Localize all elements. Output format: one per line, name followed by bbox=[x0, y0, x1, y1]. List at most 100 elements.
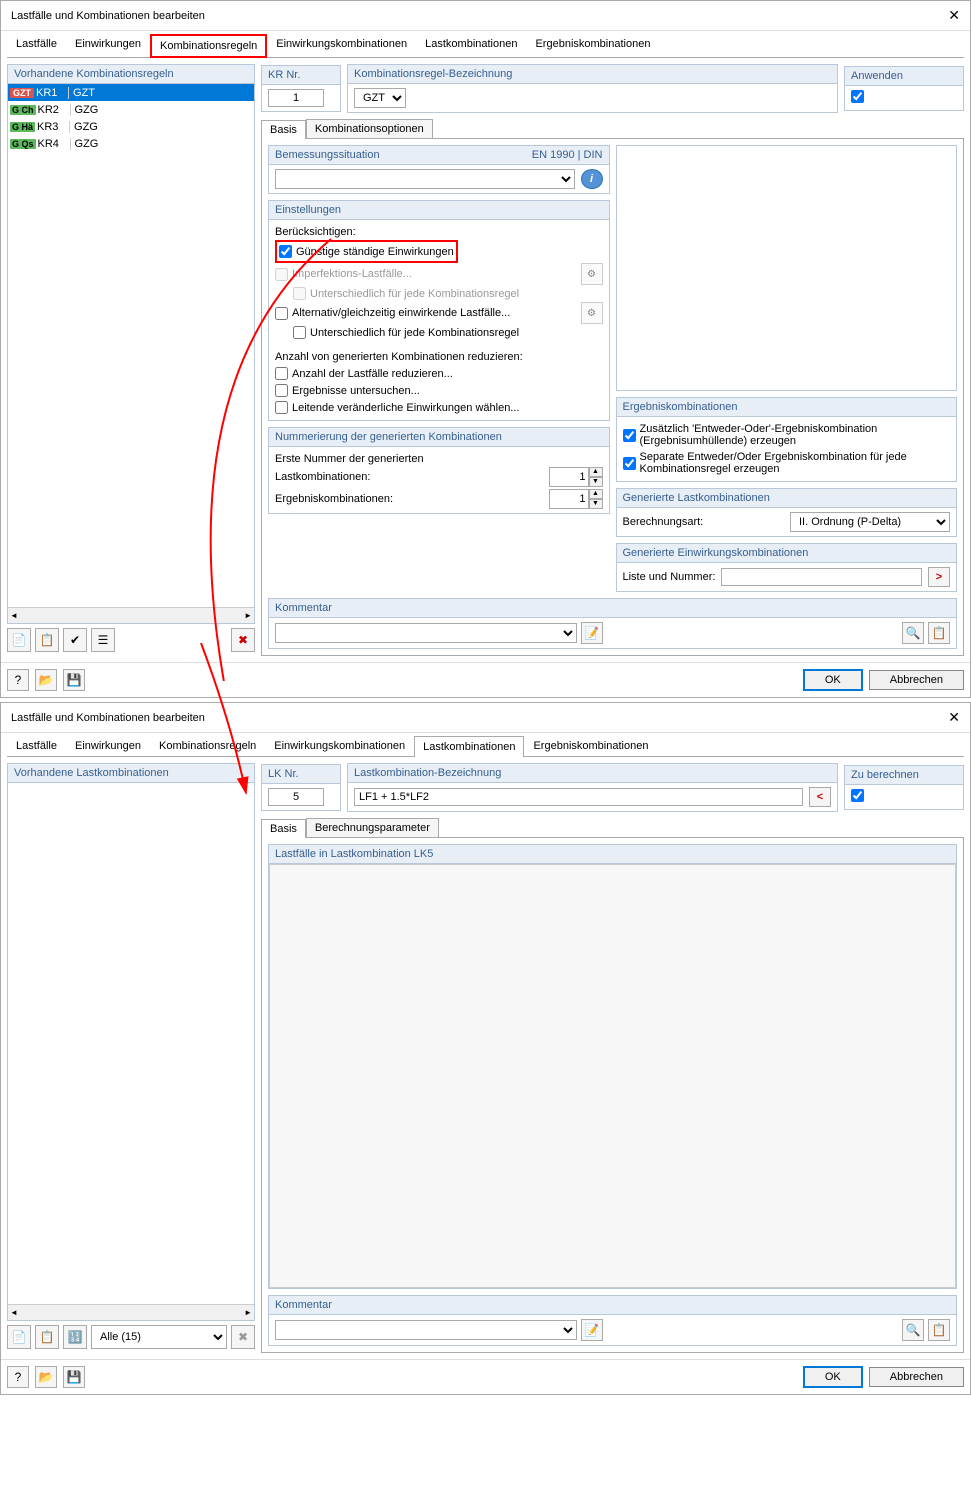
leading-checkbox[interactable]: Leitende veränderliche Einwirkungen wähl… bbox=[275, 399, 603, 416]
geneinw-title: Generierte Einwirkungskombinationen bbox=[617, 544, 957, 563]
genlast-label: Berechnungsart: bbox=[623, 516, 704, 528]
diff1-checkbox: Unterschiedlich für jede Kombinationsreg… bbox=[293, 285, 603, 302]
comment-edit-button[interactable]: 📝 bbox=[581, 622, 603, 644]
close-icon[interactable]: ✕ bbox=[948, 7, 960, 24]
last-num-spinner[interactable]: ▲▼ bbox=[549, 467, 603, 487]
save-button[interactable]: 💾 bbox=[63, 669, 85, 691]
check-button[interactable]: ✔ bbox=[63, 628, 87, 652]
lk-nr-label: LK Nr. bbox=[262, 765, 340, 784]
delete-button-2[interactable]: ✖ bbox=[231, 1325, 255, 1349]
sort-button-2[interactable]: 🔢 bbox=[63, 1325, 87, 1349]
alt-checkbox[interactable]: Alternativ/gleichzeitig einwirkende Last… bbox=[275, 305, 510, 322]
h-scrollbar-2[interactable] bbox=[8, 1304, 254, 1320]
settings-title: Einstellungen bbox=[269, 201, 609, 220]
tool1-button-2[interactable]: 🔍 bbox=[902, 1319, 924, 1341]
ok-button-2[interactable]: OK bbox=[803, 1366, 863, 1388]
dialog-title: Lastfälle und Kombinationen bearbeiten bbox=[11, 10, 205, 22]
tab-einwirkungskombinationen[interactable]: Einwirkungskombinationen bbox=[267, 33, 416, 57]
bemess-code: EN 1990 | DIN bbox=[532, 149, 603, 161]
inner-tab-berechnungsparameter[interactable]: Berechnungsparameter bbox=[306, 818, 439, 837]
rule-row[interactable]: GZTKR1GZT bbox=[8, 84, 254, 101]
inner-tab-kombinationsoptionen[interactable]: Kombinationsoptionen bbox=[306, 119, 433, 138]
tab-kombinationsregeln[interactable]: Kombinationsregeln bbox=[150, 34, 267, 58]
h-scrollbar[interactable] bbox=[8, 607, 254, 623]
erg-opt1-checkbox[interactable]: Zusätzlich 'Entweder-Oder'-Ergebniskombi… bbox=[623, 421, 951, 449]
cancel-button[interactable]: Abbrechen bbox=[869, 670, 964, 690]
numbering-title: Nummerierung der generierten Kombination… bbox=[269, 428, 609, 447]
comment-title: Kommentar bbox=[269, 599, 956, 618]
comment-edit-button-2[interactable]: 📝 bbox=[581, 1319, 603, 1341]
new-button[interactable]: 📄 bbox=[7, 628, 31, 652]
props-button[interactable]: ☰ bbox=[91, 628, 115, 652]
kr-name-select[interactable]: GZT bbox=[354, 88, 406, 108]
tab-einwirkungen[interactable]: Einwirkungen bbox=[66, 735, 150, 756]
help-button-2[interactable]: ? bbox=[7, 1366, 29, 1388]
erg-opt2-checkbox[interactable]: Separate Entweder/Oder Ergebniskombinati… bbox=[623, 449, 951, 477]
reduce-lf-checkbox[interactable]: Anzahl der Lastfälle reduzieren... bbox=[275, 365, 603, 382]
tab-lastkombinationen[interactable]: Lastkombinationen bbox=[414, 736, 524, 757]
open-button[interactable]: 📂 bbox=[35, 669, 57, 691]
erg-title: Ergebniskombinationen bbox=[617, 398, 957, 417]
diff2-checkbox[interactable]: Unterschiedlich für jede Kombinationsreg… bbox=[293, 324, 603, 341]
tab-einwirkungskombinationen[interactable]: Einwirkungskombinationen bbox=[265, 735, 414, 756]
tab-ergebniskombinationen[interactable]: Ergebniskombinationen bbox=[524, 735, 657, 756]
rule-row[interactable]: G QsKR4GZG bbox=[8, 135, 254, 152]
help-button[interactable]: ? bbox=[7, 669, 29, 691]
apply-checkbox[interactable] bbox=[851, 90, 864, 103]
favorable-checkbox[interactable]: Günstige ständige Einwirkungen bbox=[279, 243, 454, 260]
bemess-label: Bemessungssituation bbox=[275, 149, 380, 161]
imperf-opts-button[interactable]: ⚙ bbox=[581, 263, 603, 285]
lk-nr-input[interactable] bbox=[268, 788, 324, 806]
comment-select[interactable] bbox=[275, 623, 577, 643]
reduce-label: Anzahl von generierten Kombinationen red… bbox=[275, 349, 603, 365]
consider-label: Berücksichtigen: bbox=[275, 224, 603, 240]
lk-back-button[interactable]: < bbox=[809, 787, 831, 807]
examine-checkbox[interactable]: Ergebnisse untersuchen... bbox=[275, 382, 603, 399]
tab-einwirkungen[interactable]: Einwirkungen bbox=[66, 33, 150, 57]
kr-nr-label: KR Nr. bbox=[262, 66, 340, 85]
lk-name-label: Lastkombination-Bezeichnung bbox=[348, 764, 837, 783]
lk-name-input[interactable] bbox=[354, 788, 803, 806]
delete-button[interactable]: ✖ bbox=[231, 628, 255, 652]
kr-nr-input[interactable] bbox=[268, 89, 324, 107]
go-button[interactable]: > bbox=[928, 567, 950, 587]
tab-ergebniskombinationen[interactable]: Ergebniskombinationen bbox=[526, 33, 659, 57]
inner-tab-basis[interactable]: Basis bbox=[261, 120, 306, 139]
rules-title: Vorhandene Kombinationsregeln bbox=[8, 65, 254, 84]
list-num-input[interactable] bbox=[721, 568, 922, 586]
comment-select-2[interactable] bbox=[275, 1320, 577, 1340]
imperf-checkbox: Imperfektions-Lastfälle... bbox=[275, 266, 412, 283]
numbering-l3: Ergebniskombinationen: bbox=[275, 493, 393, 505]
new-button-2[interactable]: 📄 bbox=[7, 1325, 31, 1349]
tool2-button-2[interactable]: 📋 bbox=[928, 1319, 950, 1341]
save-button-2[interactable]: 💾 bbox=[63, 1366, 85, 1388]
table-title: Lastfälle in Lastkombination LK5 bbox=[269, 845, 956, 864]
numbering-l2: Lastkombinationen: bbox=[275, 471, 370, 483]
cancel-button-2[interactable]: Abbrechen bbox=[869, 1367, 964, 1387]
tool2-button[interactable]: 📋 bbox=[928, 622, 950, 644]
close-icon-2[interactable]: ✕ bbox=[948, 709, 960, 726]
bemess-select[interactable] bbox=[275, 169, 575, 189]
ok-button[interactable]: OK bbox=[803, 669, 863, 691]
calc-checkbox[interactable] bbox=[851, 789, 864, 802]
dialog-title-2: Lastfälle und Kombinationen bearbeiten bbox=[11, 712, 205, 724]
genlast-title: Generierte Lastkombinationen bbox=[617, 489, 957, 508]
erg-num-spinner[interactable]: ▲▼ bbox=[549, 489, 603, 509]
calc-type-select[interactable]: II. Ordnung (P-Delta) bbox=[790, 512, 950, 532]
copy-button-2[interactable]: 📋 bbox=[35, 1325, 59, 1349]
rule-row[interactable]: G ChKR2GZG bbox=[8, 101, 254, 118]
open-button-2[interactable]: 📂 bbox=[35, 1366, 57, 1388]
inner-tab-basis[interactable]: Basis bbox=[261, 819, 306, 838]
rule-row[interactable]: G HäKR3GZG bbox=[8, 118, 254, 135]
tab-lastkombinationen[interactable]: Lastkombinationen bbox=[416, 33, 526, 57]
tab-kombinationsregeln[interactable]: Kombinationsregeln bbox=[150, 735, 265, 756]
copy-button[interactable]: 📋 bbox=[35, 628, 59, 652]
info-button[interactable]: i bbox=[581, 169, 603, 189]
apply-label: Anwenden bbox=[845, 67, 963, 86]
tab-lastfälle[interactable]: Lastfälle bbox=[7, 735, 66, 756]
alt-opts-button[interactable]: ⚙ bbox=[581, 302, 603, 324]
calc-label: Zu berechnen bbox=[845, 766, 963, 785]
tab-lastfälle[interactable]: Lastfälle bbox=[7, 33, 66, 57]
filter-select[interactable]: Alle (15) bbox=[91, 1325, 227, 1349]
tool1-button[interactable]: 🔍 bbox=[902, 622, 924, 644]
